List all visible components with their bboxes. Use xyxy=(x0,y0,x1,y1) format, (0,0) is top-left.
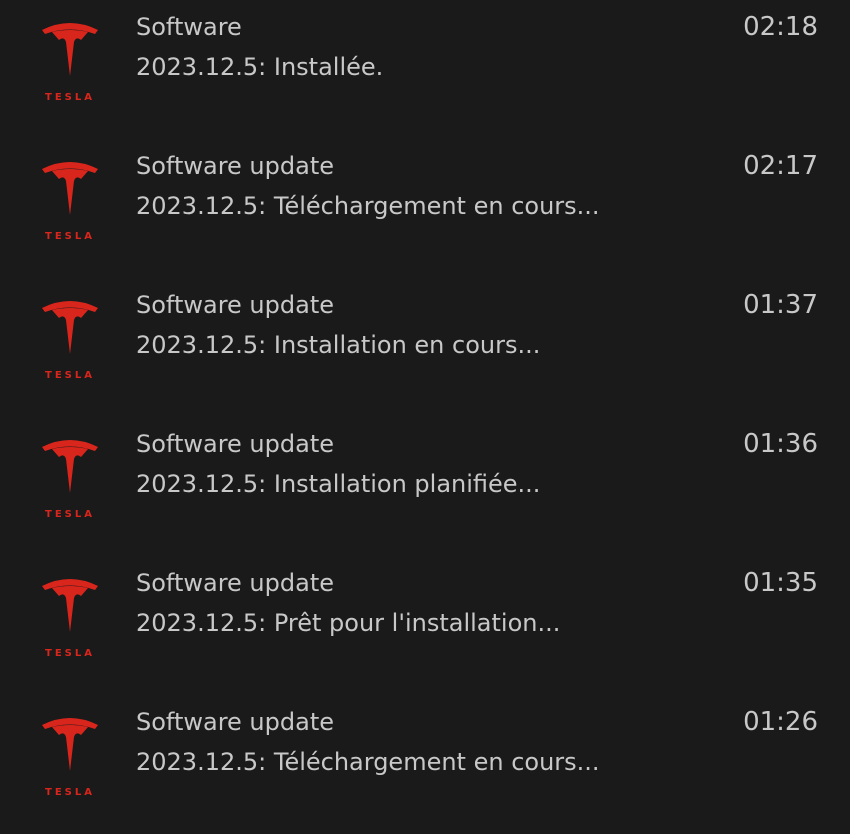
tesla-logo-icon: TESLA xyxy=(36,292,104,382)
notification-message: 2023.12.5: Téléchargement en cours... xyxy=(136,192,600,220)
notification-time: 02:18 xyxy=(743,12,818,42)
notification-time: 01:26 xyxy=(743,707,818,737)
tesla-logo-icon: TESLA xyxy=(36,14,104,104)
notification-item[interactable]: TESLA Software update 2023.12.5: Télécha… xyxy=(0,139,850,278)
notification-item[interactable]: TESLA Software update 2023.12.5: Install… xyxy=(0,417,850,556)
tesla-logo-icon: TESLA xyxy=(36,153,104,243)
notification-item[interactable]: TESLA Software update 2023.12.5: Install… xyxy=(0,278,850,417)
notification-title: Software update xyxy=(136,708,334,736)
notification-title: Software update xyxy=(136,430,334,458)
notification-title: Software update xyxy=(136,291,334,319)
notification-title: Software xyxy=(136,13,242,41)
notification-list: TESLA Software 2023.12.5: Installée. 02:… xyxy=(0,0,850,800)
tesla-logo-icon: TESLA xyxy=(36,431,104,521)
tesla-logo-icon: TESLA xyxy=(36,570,104,660)
notification-message: 2023.12.5: Téléchargement en cours... xyxy=(136,748,600,776)
svg-text:TESLA: TESLA xyxy=(45,92,95,103)
svg-text:TESLA: TESLA xyxy=(45,787,95,798)
notification-item[interactable]: TESLA Software 2023.12.5: Installée. 02:… xyxy=(0,0,850,139)
notification-time: 01:37 xyxy=(743,290,818,320)
notification-message: 2023.12.5: Installation planifiée... xyxy=(136,470,541,498)
notification-title: Software update xyxy=(136,152,334,180)
notification-title: Software update xyxy=(136,569,334,597)
tesla-logo-icon: TESLA xyxy=(36,709,104,799)
notification-item[interactable]: TESLA Software update 2023.12.5: Prêt po… xyxy=(0,556,850,695)
notification-message: 2023.12.5: Installation en cours... xyxy=(136,331,541,359)
notification-time: 01:35 xyxy=(743,568,818,598)
svg-text:TESLA: TESLA xyxy=(45,231,95,242)
notification-item[interactable]: TESLA Software update 2023.12.5: Télécha… xyxy=(0,695,850,834)
svg-text:TESLA: TESLA xyxy=(45,370,95,381)
svg-text:TESLA: TESLA xyxy=(45,648,95,659)
notification-message: 2023.12.5: Installée. xyxy=(136,53,384,81)
notification-time: 01:36 xyxy=(743,429,818,459)
notification-message: 2023.12.5: Prêt pour l'installation... xyxy=(136,609,561,637)
notification-time: 02:17 xyxy=(743,151,818,181)
svg-text:TESLA: TESLA xyxy=(45,509,95,520)
